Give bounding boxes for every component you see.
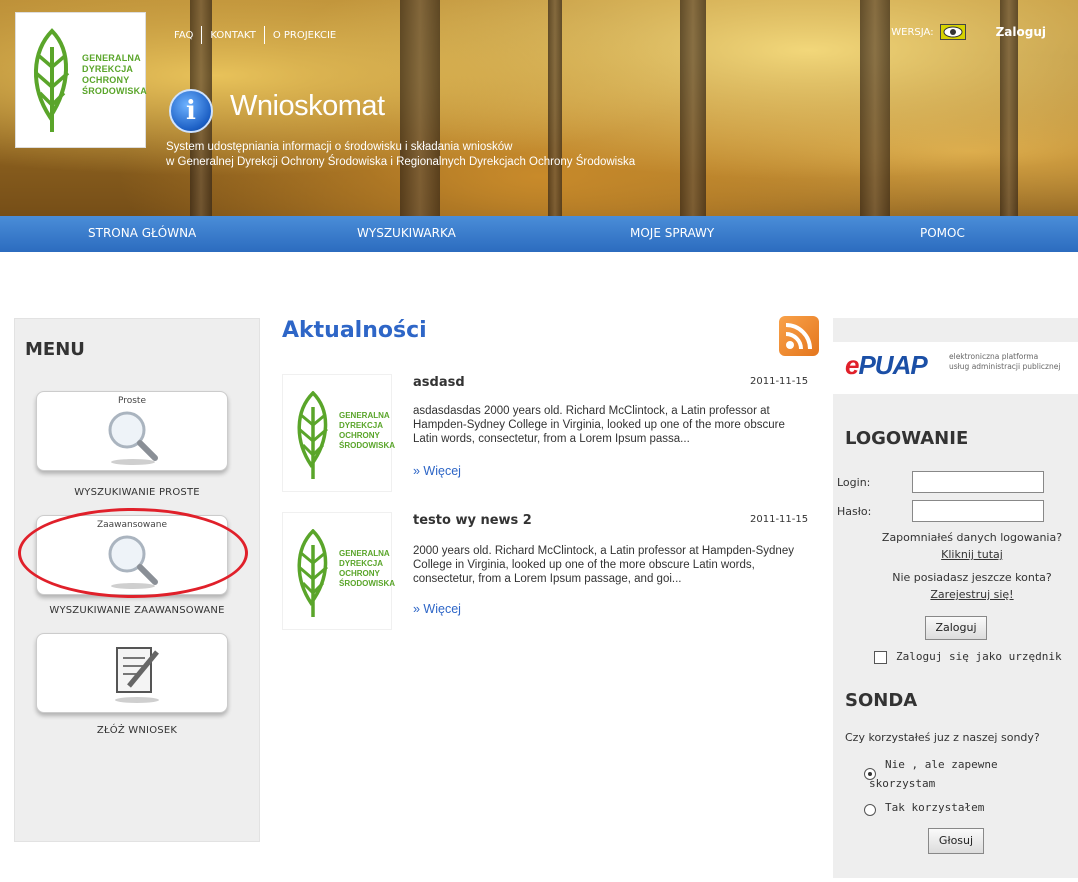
official-login-checkbox[interactable]: [874, 651, 887, 664]
register-link[interactable]: Zarejestruj się!: [930, 588, 1013, 601]
news-headline[interactable]: testo wy news 2: [413, 513, 532, 528]
nav-strona-glowna[interactable]: STRONA GŁÓWNA: [88, 226, 196, 240]
tree-trunk-decoration: [680, 0, 706, 252]
tree-trunk-decoration: [860, 0, 890, 252]
tree-trunk-decoration: [548, 0, 562, 252]
tree-trunk-decoration: [400, 0, 440, 252]
login-input[interactable]: [912, 471, 1044, 493]
o-projekcie-link[interactable]: O PROJEKCIE: [265, 30, 344, 41]
main-nav: STRONA GŁÓWNA WYSZUKIWARKA MOJE SPRAWY P…: [0, 216, 1078, 252]
right-sidebar: ePUAP elektroniczna platforma usług admi…: [833, 318, 1078, 878]
news-headline[interactable]: asdasd: [413, 375, 465, 390]
poll-option-1-label-cont: skorzystam: [869, 777, 936, 790]
info-icon: i: [169, 89, 213, 133]
forgot-link-wrap: Kliknij tutaj: [863, 548, 1078, 561]
news-title: Aktualności: [282, 318, 427, 343]
card-label: Proste: [117, 396, 147, 406]
poll-question: Czy korzystałeś juz z naszej sondy?: [845, 731, 1040, 744]
magnifier-icon: [108, 411, 158, 465]
simple-search-card[interactable]: Proste: [36, 391, 228, 471]
epuap-banner[interactable]: ePUAP elektroniczna platforma usług admi…: [833, 342, 1078, 394]
faq-link[interactable]: FAQ: [166, 30, 201, 41]
forgot-text: Zapomniałeś danych logowania?: [881, 531, 1063, 544]
read-more-link[interactable]: » Więcej: [413, 602, 461, 616]
epuap-logo: ePUAP: [845, 350, 928, 380]
news-thumbnail: GENERALNA DYREKCJA OCHRONY ŚRODOWISKA: [282, 374, 395, 492]
top-links: FAQ KONTAKT O PROJEKCIE: [166, 26, 344, 44]
official-login-label: Zaloguj się jako urzędnik: [896, 650, 1062, 663]
no-account-text: Nie posiadasz jeszcze konta?: [892, 571, 1052, 584]
login-label: Login:: [837, 476, 871, 489]
password-label: Hasło:: [837, 505, 872, 518]
highlight-annotation-ellipse: [18, 508, 248, 598]
document-pen-icon: [115, 647, 159, 703]
forgot-link[interactable]: Kliknij tutaj: [941, 548, 1003, 561]
submit-request-caption[interactable]: ZŁÓŻ WNIOSEK: [15, 725, 259, 736]
leaf-logo-icon: [297, 391, 328, 479]
nav-pomoc[interactable]: POMOC: [920, 226, 965, 240]
header-banner: GENERALNA DYREKCJA OCHRONY ŚRODOWISKA FA…: [0, 0, 1078, 252]
version-label: WERSJA:: [891, 26, 934, 38]
logo-text: GENERALNA DYREKCJA OCHRONY ŚRODOWISKA: [339, 411, 395, 450]
eye-icon[interactable]: [939, 24, 966, 40]
login-heading: LOGOWANIE: [845, 428, 969, 449]
vote-button[interactable]: Głosuj: [928, 828, 984, 854]
epuap-description: elektroniczna platforma usług administra…: [949, 352, 1061, 371]
leaf-logo-icon: [33, 28, 70, 132]
news-thumbnail: GENERALNA DYREKCJA OCHRONY ŚRODOWISKA: [282, 512, 395, 630]
read-more-link[interactable]: » Więcej: [413, 464, 461, 478]
leaf-logo-icon: [297, 529, 328, 617]
login-submit-button[interactable]: Zaloguj: [925, 616, 987, 640]
app-title: Wnioskomat: [230, 90, 385, 122]
menu-title: MENU: [25, 339, 85, 360]
logo-text: GENERALNA DYREKCJA OCHRONY ŚRODOWISKA: [339, 549, 395, 588]
rss-icon[interactable]: [779, 316, 819, 356]
news-excerpt: asdasdasdas 2000 years old. Richard McCl…: [413, 405, 785, 445]
nav-moje-sprawy[interactable]: MOJE SPRAWY: [630, 226, 714, 240]
poll-heading: SONDA: [845, 690, 918, 711]
poll-option-2-radio[interactable]: [864, 804, 876, 816]
register-link-wrap: Zarejestruj się!: [863, 588, 1078, 601]
password-input[interactable]: [912, 500, 1044, 522]
news-date: 2011-11-15: [750, 514, 809, 525]
logo-text: GENERALNA DYREKCJA OCHRONY ŚRODOWISKA: [82, 53, 147, 96]
kontakt-link[interactable]: KONTAKT: [202, 30, 263, 41]
login-link-top[interactable]: Zaloguj: [996, 25, 1046, 39]
news-date: 2011-11-15: [750, 376, 809, 387]
gdos-logo[interactable]: GENERALNA DYREKCJA OCHRONY ŚRODOWISKA: [15, 12, 147, 148]
advanced-search-caption[interactable]: WYSZUKIWANIE ZAAWANSOWANE: [15, 605, 259, 616]
submit-request-card[interactable]: [36, 633, 228, 713]
top-right-area: WERSJA: Zaloguj: [891, 24, 1046, 40]
poll-option-1-label: Nie , ale zapewne: [885, 758, 998, 771]
nav-wyszukiwarka[interactable]: WYSZUKIWARKA: [357, 226, 456, 240]
simple-search-caption[interactable]: WYSZUKIWANIE PROSTE: [15, 487, 259, 498]
app-subtitle: System udostępniania informacji o środow…: [166, 141, 636, 168]
poll-option-2-label: Tak korzystałem: [885, 801, 985, 814]
news-excerpt: 2000 years old. Richard McClintock, a La…: [413, 545, 794, 585]
